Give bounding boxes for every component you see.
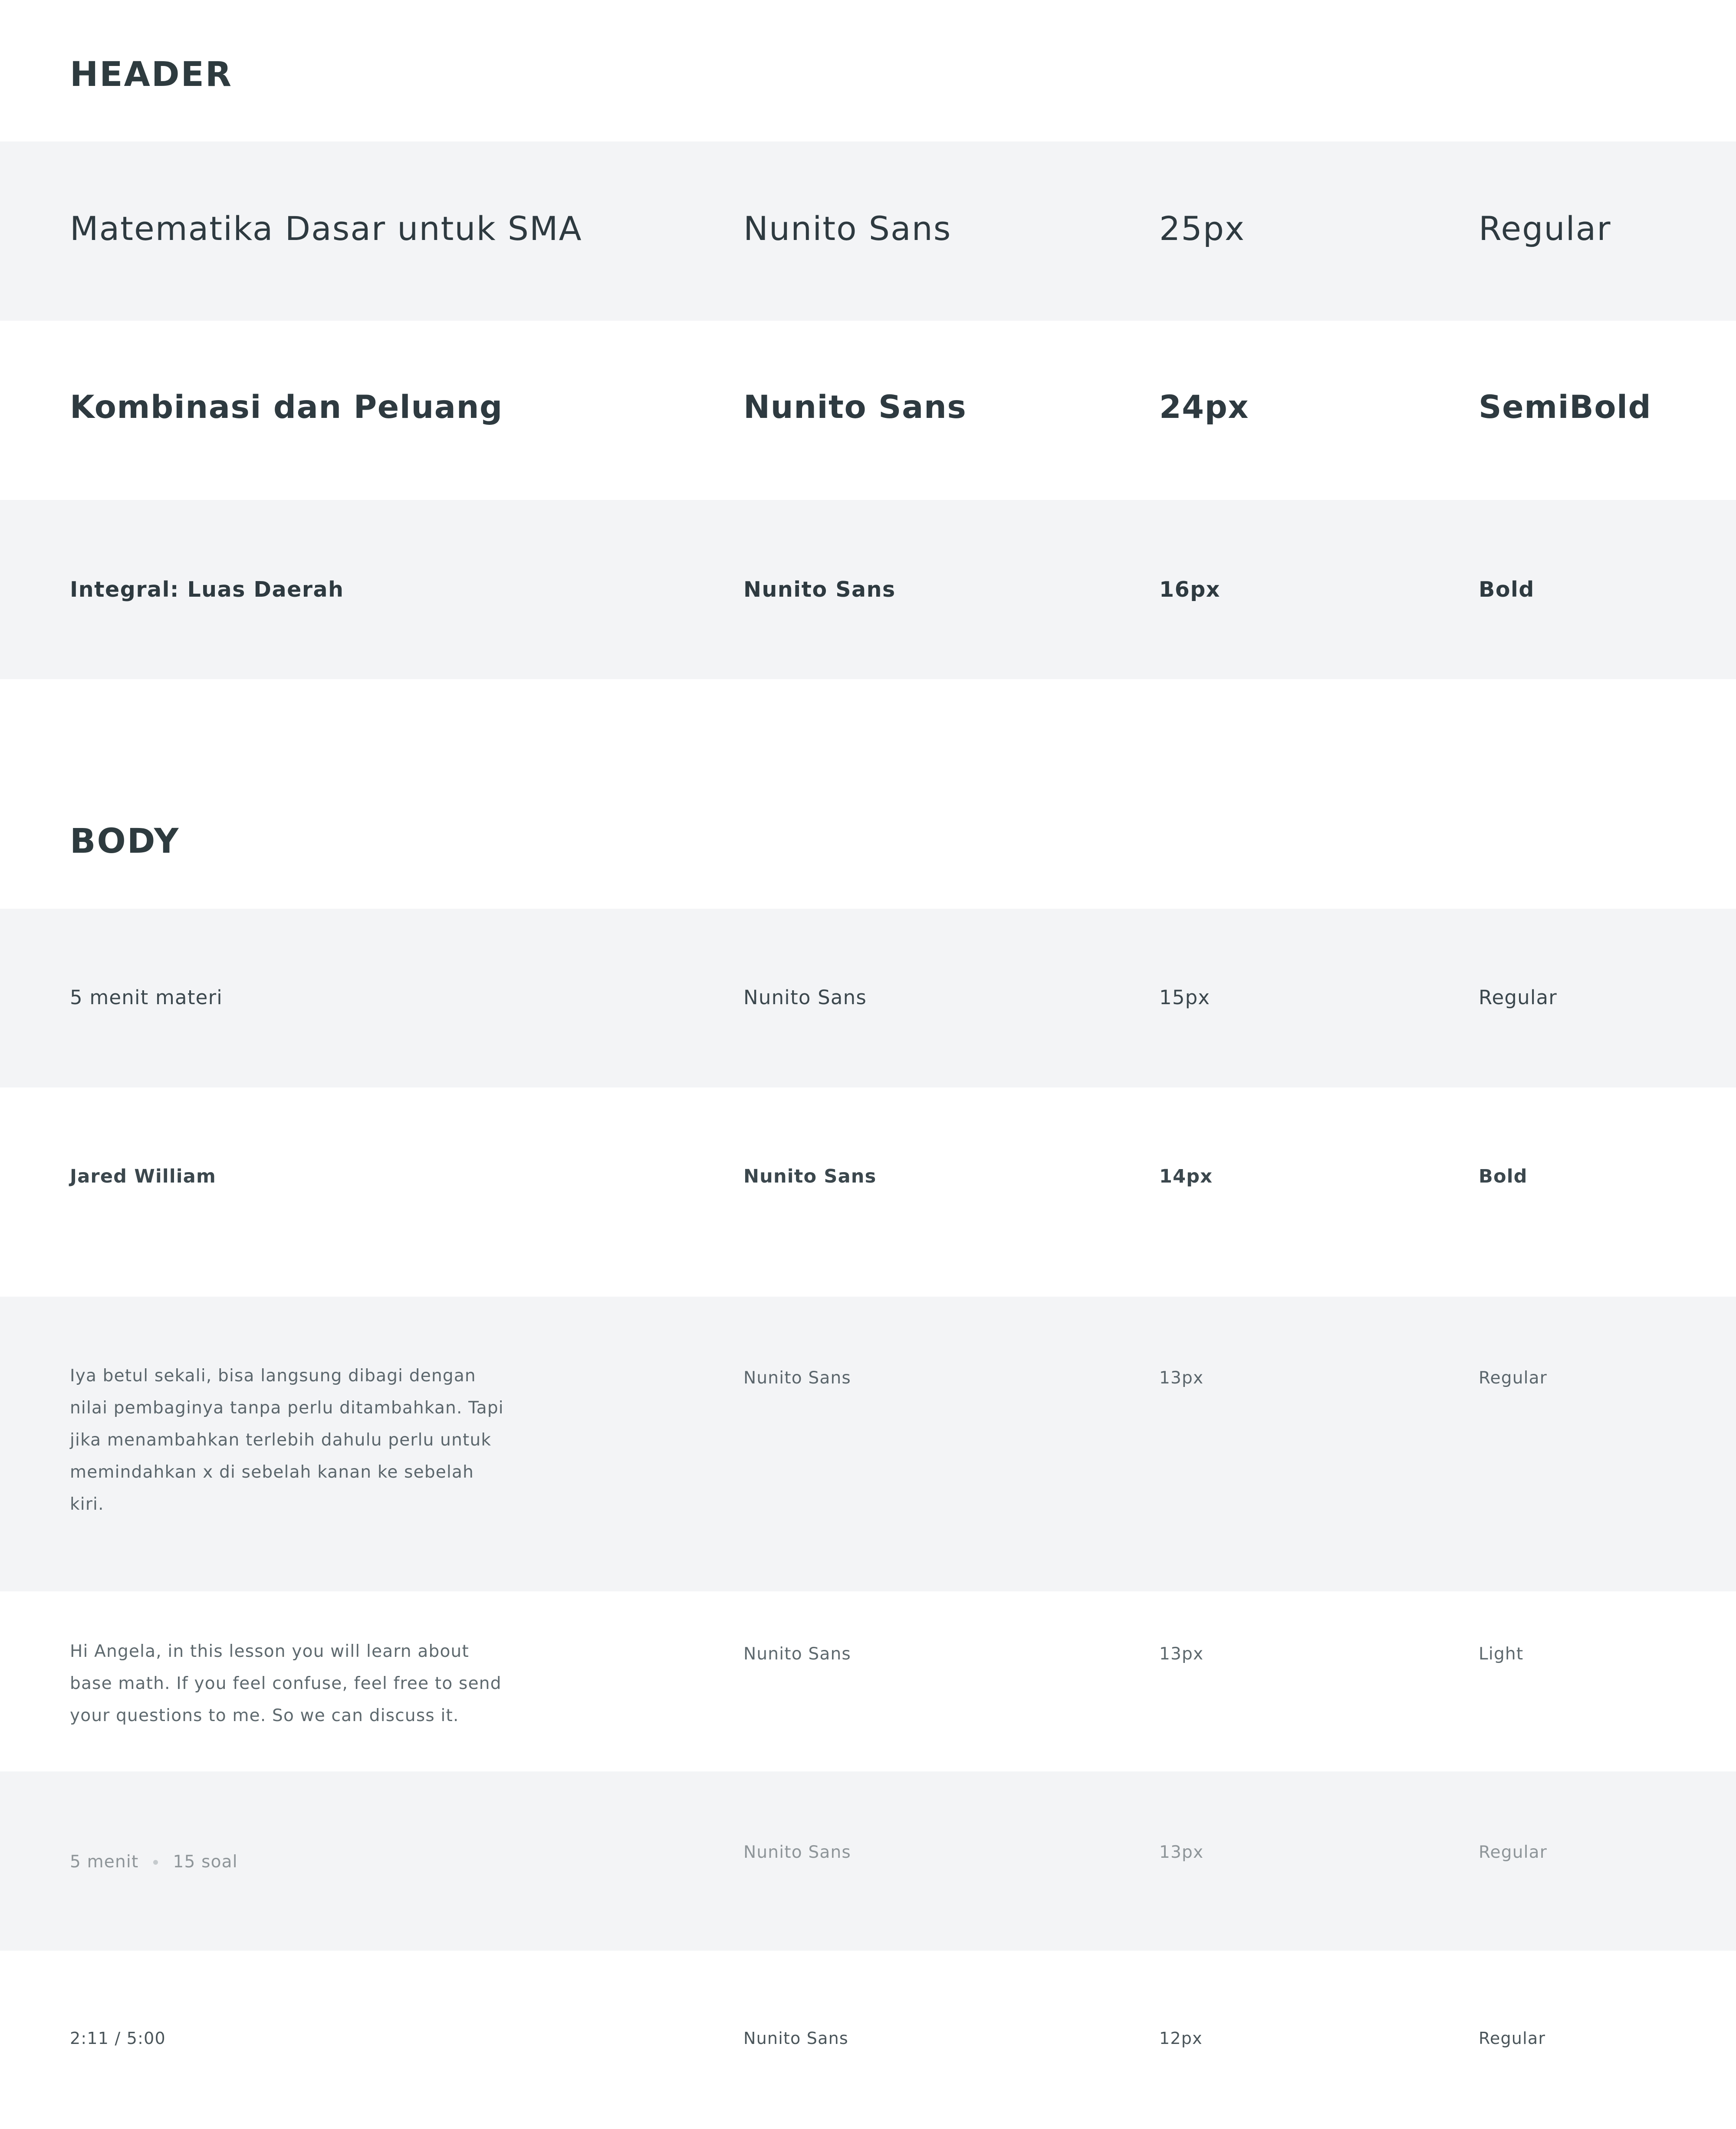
section-title-body: BODY (70, 822, 180, 861)
font-size: 15px (1159, 986, 1210, 1009)
sample-text: Matematika Dasar untuk SMA (70, 209, 582, 248)
header-row-3: Integral: Luas Daerah Nunito Sans 16px B… (0, 500, 1736, 679)
font-family: Nunito Sans (743, 577, 896, 602)
duration-text: 5 menit (70, 1852, 139, 1872)
font-weight: Regular (1479, 986, 1557, 1009)
body-row-6: 2:11 / 5:00 Nunito Sans 12px Regular (0, 1951, 1736, 2129)
body-row-2: Jared William Nunito Sans 14px Bold (0, 1087, 1736, 1297)
font-family: Nunito Sans (743, 2029, 848, 2048)
font-family: Nunito Sans (743, 1843, 851, 1862)
sample-text: 2:11 / 5:00 (70, 2029, 166, 2048)
question-count-text: 15 soal (173, 1852, 238, 1872)
font-weight: Light (1479, 1644, 1524, 1664)
font-family: Nunito Sans (743, 986, 867, 1009)
sample-text: Integral: Luas Daerah (70, 577, 344, 602)
sample-text: Kombinasi dan Peluang (70, 389, 503, 426)
font-weight: Bold (1479, 577, 1535, 602)
font-weight: SemiBold (1479, 389, 1652, 426)
sample-paragraph: Iya betul sekali, bisa langsung dibagi d… (70, 1366, 504, 1514)
font-size: 24px (1159, 389, 1249, 426)
font-weight: Regular (1479, 1843, 1547, 1862)
font-weight: Regular (1479, 2029, 1546, 2048)
font-size: 13px (1159, 1644, 1204, 1664)
body-row-1: 5 menit materi Nunito Sans 15px Regular (0, 909, 1736, 1087)
sample-text: Jared William (70, 1166, 216, 1187)
font-family: Nunito Sans (743, 389, 967, 426)
body-row-5: 5 menit 15 soal Nunito Sans 13px Regular (0, 1771, 1736, 1951)
font-size: 16px (1159, 577, 1220, 602)
meta-line: 5 menit 15 soal (70, 1852, 238, 1873)
header-row-2: Kombinasi dan Peluang Nunito Sans 24px S… (0, 321, 1736, 500)
typography-spec-page: HEADER Matematika Dasar untuk SMA Nunito… (0, 0, 1736, 2129)
font-family: Nunito Sans (743, 209, 952, 248)
sample-text: 5 menit materi (70, 986, 223, 1009)
font-family: Nunito Sans (743, 1368, 851, 1388)
header-row-1: Matematika Dasar untuk SMA Nunito Sans 2… (0, 141, 1736, 321)
font-size: 13px (1159, 1368, 1204, 1388)
section-title-header: HEADER (70, 55, 233, 94)
font-size: 25px (1159, 209, 1245, 248)
body-row-4: Hi Angela, in this lesson you will learn… (0, 1591, 1736, 1771)
font-weight: Bold (1479, 1166, 1528, 1187)
font-weight: Regular (1479, 209, 1611, 248)
sample-paragraph: Hi Angela, in this lesson you will learn… (70, 1642, 502, 1725)
font-family: Nunito Sans (743, 1644, 851, 1664)
body-row-3: Iya betul sekali, bisa langsung dibagi d… (0, 1297, 1736, 1591)
font-size: 12px (1159, 2029, 1203, 2048)
font-family: Nunito Sans (743, 1166, 877, 1187)
separator-dot-icon (153, 1860, 158, 1865)
font-weight: Regular (1479, 1368, 1547, 1388)
font-size: 14px (1159, 1166, 1213, 1187)
font-size: 13px (1159, 1843, 1204, 1862)
